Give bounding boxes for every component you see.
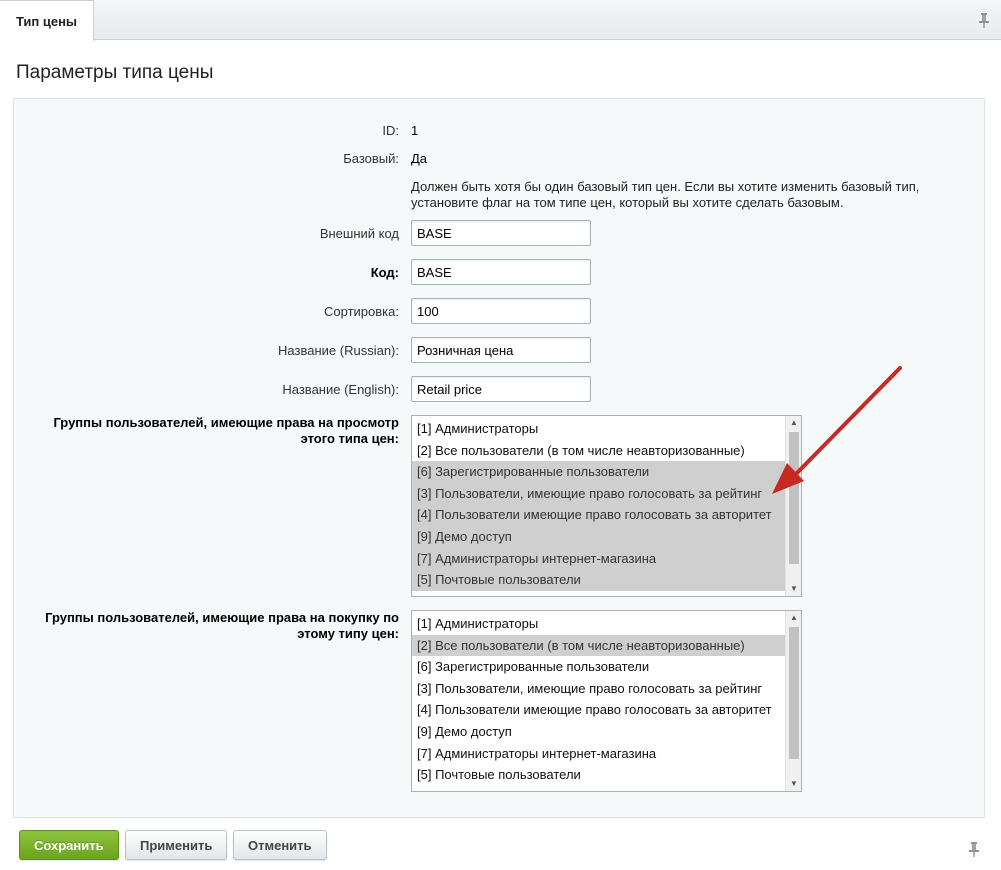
cancel-button[interactable]: Отменить bbox=[233, 830, 327, 860]
external-code-label: Внешний код bbox=[319, 226, 399, 241]
code-input[interactable] bbox=[411, 259, 591, 285]
list-option[interactable]: [2] Все пользователи (в том числе неавто… bbox=[412, 440, 785, 462]
list-option[interactable]: [5] Почтовые пользователи bbox=[412, 569, 785, 591]
list-option[interactable]: [3] Пользователи, имеющие право голосова… bbox=[412, 678, 785, 700]
id-value: 1 bbox=[411, 123, 419, 138]
name-ru-label: Название (Russian): bbox=[278, 343, 399, 358]
list-option[interactable]: [2] Все пользователи (в том числе неавто… bbox=[412, 634, 785, 657]
section-title: Параметры типа цены bbox=[16, 62, 214, 83]
scroll-up-icon[interactable]: ▲ bbox=[786, 416, 801, 430]
form-panel: ID: 1 Базовый: Да Должен быть хотя бы од… bbox=[13, 98, 985, 818]
scroll-thumb[interactable] bbox=[789, 432, 799, 564]
apply-button[interactable]: Применить bbox=[125, 830, 228, 860]
list-option[interactable]: [3] Пользователи, имеющие право голосова… bbox=[412, 482, 785, 505]
scroll-down-icon[interactable]: ▼ bbox=[786, 582, 801, 596]
list-option[interactable]: [6] Зарегистрированные пользователи bbox=[412, 656, 785, 678]
id-label: ID: bbox=[382, 123, 399, 138]
list-option[interactable]: [9] Демо доступ bbox=[412, 721, 785, 743]
list-option[interactable]: [7] Администраторы интернет-магазина bbox=[412, 547, 785, 570]
external-code-input[interactable] bbox=[411, 220, 591, 246]
buy-groups-label: Группы пользователей, имеющие права на п… bbox=[45, 610, 399, 641]
sort-label: Сортировка: bbox=[324, 304, 399, 319]
view-groups-scrollbar[interactable]: ▲ ▼ bbox=[785, 416, 801, 596]
sort-input[interactable] bbox=[411, 298, 591, 324]
pin-icon[interactable] bbox=[977, 12, 991, 28]
page: Тип цены Параметры типа цены ID: 1 Базов… bbox=[0, 0, 1001, 870]
base-value: Да bbox=[411, 151, 428, 166]
name-en-input[interactable] bbox=[411, 376, 591, 402]
view-groups-options: [1] Администраторы [2] Все пользователи (… bbox=[412, 416, 785, 591]
list-option[interactable]: [1] Администраторы bbox=[412, 418, 785, 440]
view-groups-select[interactable]: [1] Администраторы [2] Все пользователи (… bbox=[411, 415, 802, 597]
code-label: Код: bbox=[370, 265, 399, 280]
scroll-down-icon[interactable]: ▼ bbox=[786, 777, 801, 791]
list-option[interactable]: [4] Пользователи имеющие право голосоват… bbox=[412, 699, 785, 721]
name-en-label: Название (English): bbox=[282, 382, 399, 397]
scroll-thumb[interactable] bbox=[789, 627, 799, 759]
list-option[interactable]: [5] Почтовые пользователи bbox=[412, 764, 785, 786]
list-option[interactable]: [7] Администраторы интернет-магазина bbox=[412, 743, 785, 765]
save-button[interactable]: Сохранить bbox=[19, 830, 119, 860]
view-groups-label: Группы пользователей, имеющие права на п… bbox=[53, 415, 399, 446]
pin-icon[interactable] bbox=[967, 841, 981, 857]
scroll-up-icon[interactable]: ▲ bbox=[786, 611, 801, 625]
base-note: Должен быть хотя бы один базовый тип цен… bbox=[411, 179, 920, 210]
list-option[interactable]: [9] Демо доступ bbox=[412, 525, 785, 548]
tab-bar: Тип цены bbox=[0, 0, 1001, 41]
list-option[interactable]: [1] Администраторы bbox=[412, 613, 785, 635]
base-label: Базовый: bbox=[343, 151, 399, 166]
list-option[interactable]: [4] Пользователи имеющие право голосоват… bbox=[412, 504, 785, 526]
list-option[interactable]: [6] Зарегистрированные пользователи bbox=[412, 461, 785, 483]
tab-price-type[interactable]: Тип цены bbox=[0, 0, 94, 41]
buy-groups-select[interactable]: [1] Администраторы [2] Все пользователи (… bbox=[411, 610, 802, 792]
buy-groups-scrollbar[interactable]: ▲ ▼ bbox=[785, 611, 801, 791]
name-ru-input[interactable] bbox=[411, 337, 591, 363]
buy-groups-options: [1] Администраторы [2] Все пользователи (… bbox=[412, 611, 785, 786]
